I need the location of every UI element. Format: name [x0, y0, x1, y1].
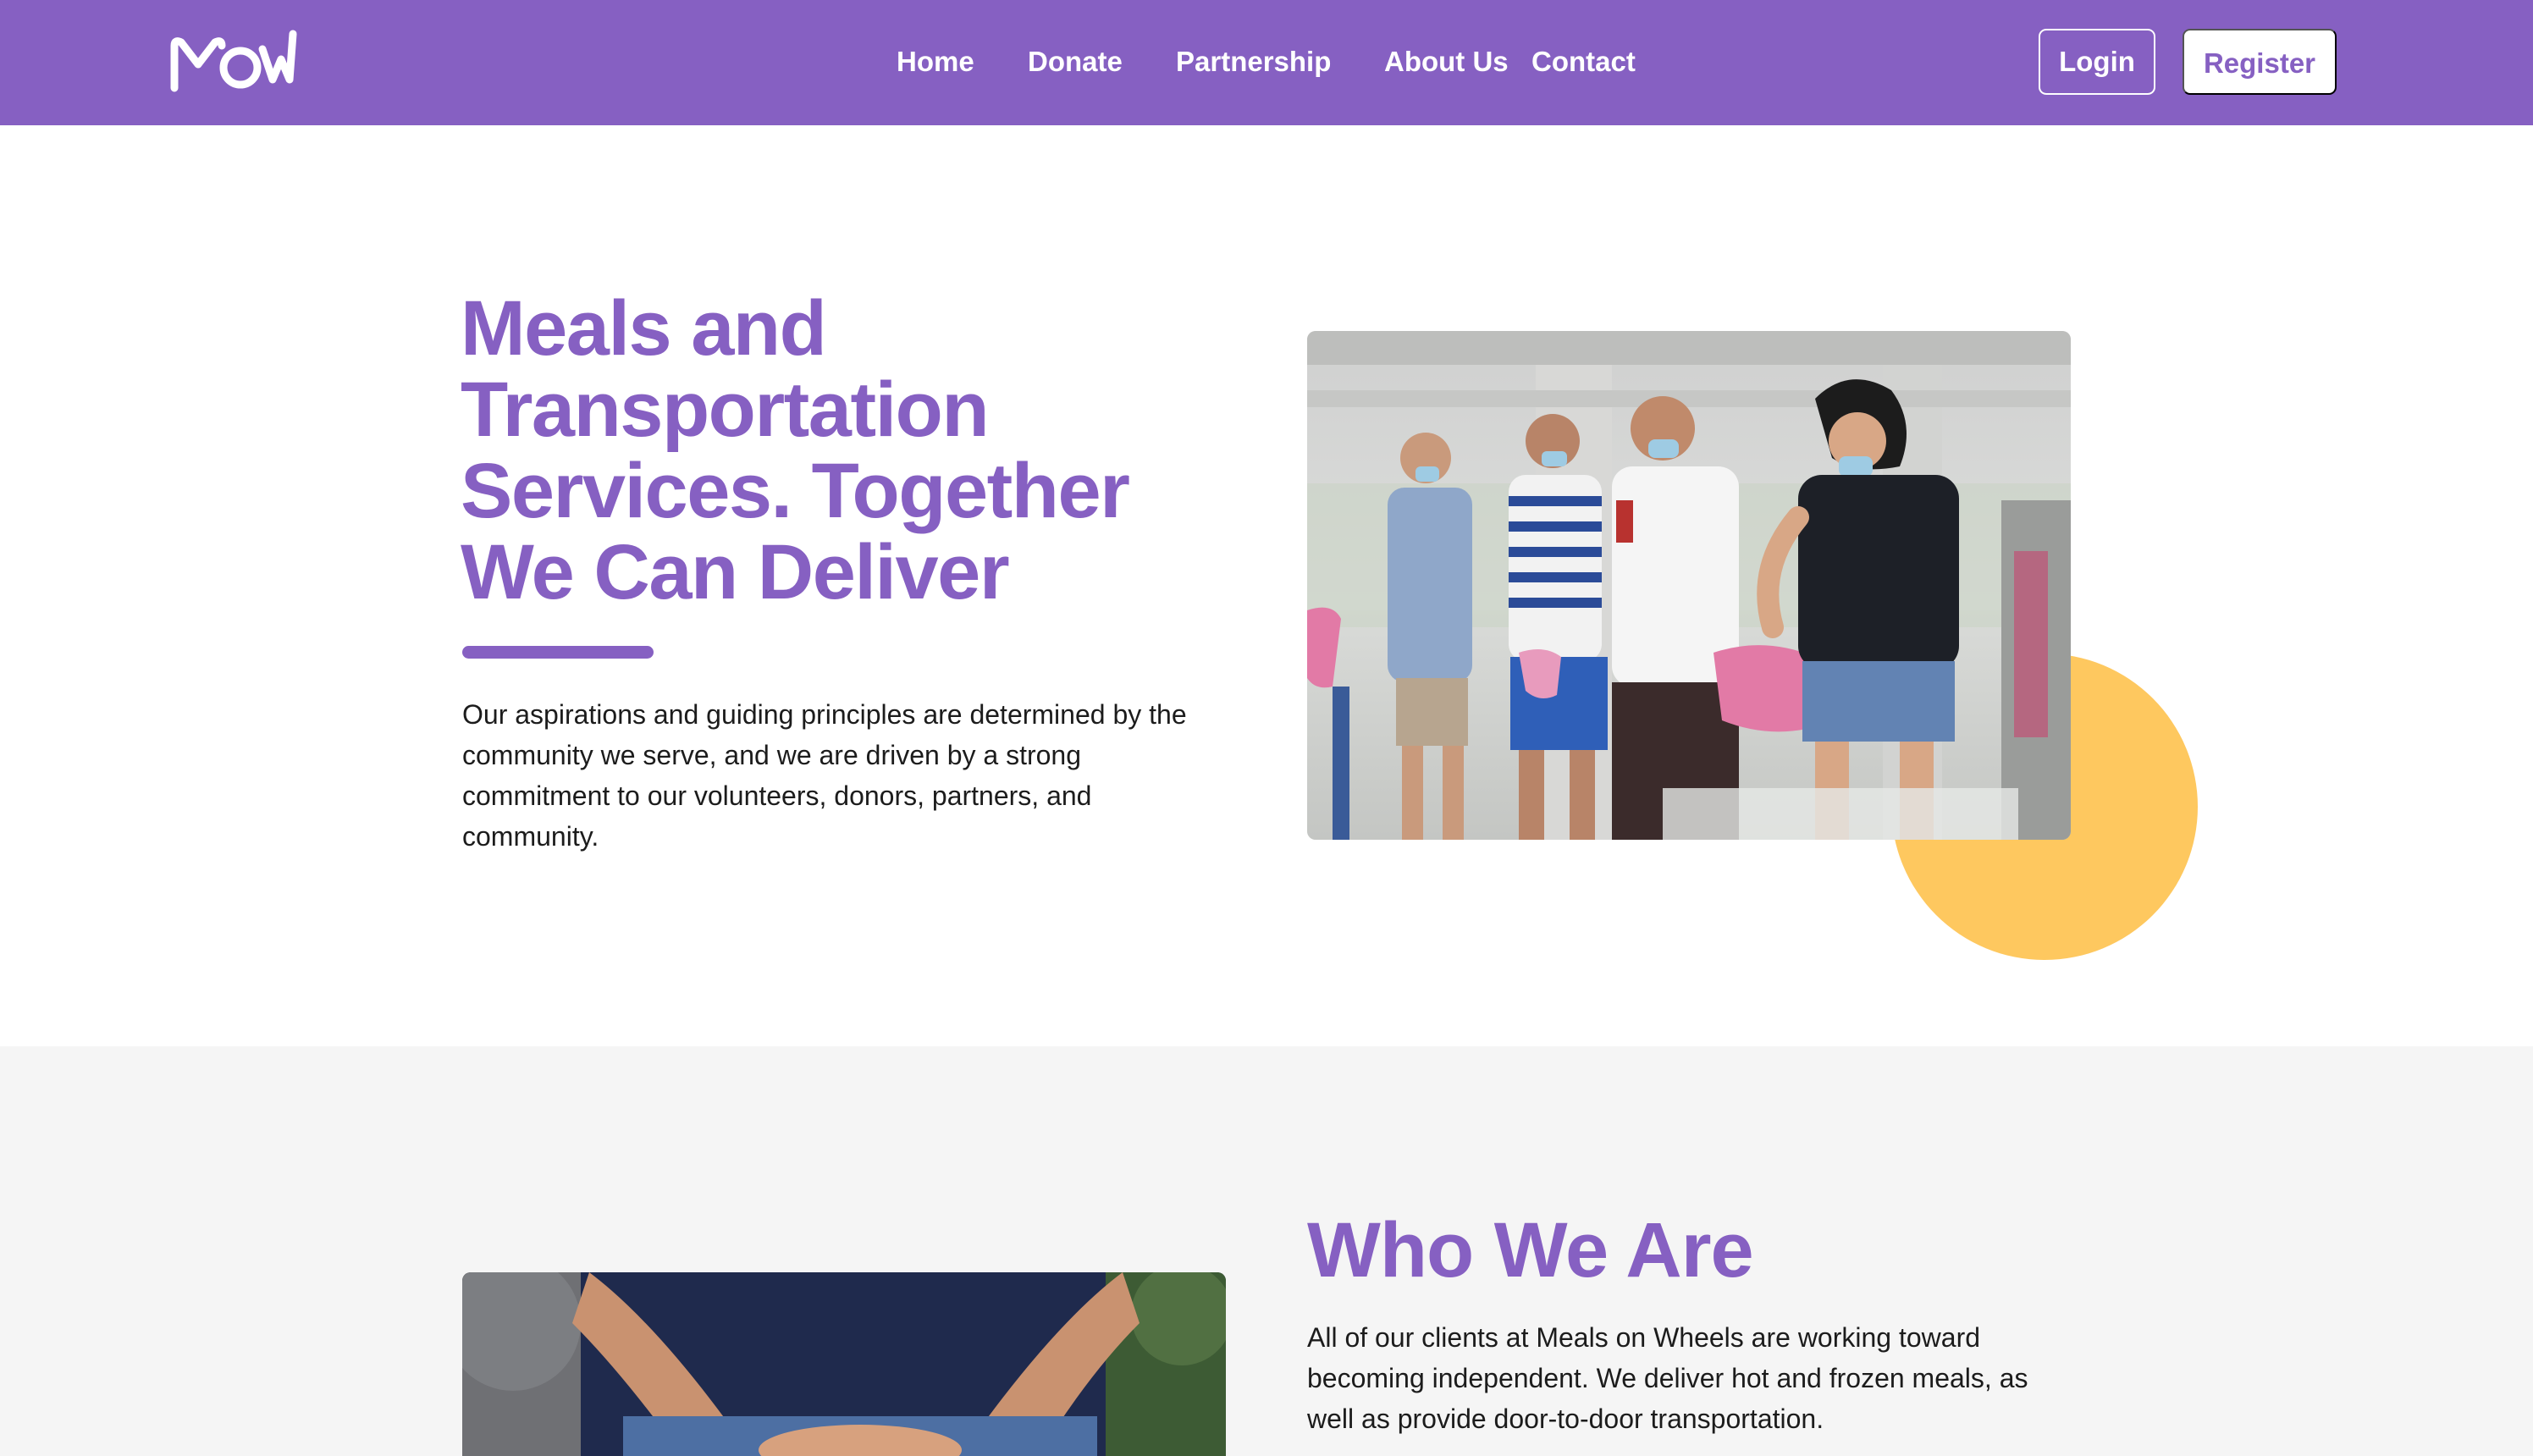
who-we-are-description-line: becoming independent. We deliver hot and…: [1307, 1363, 2028, 1393]
nav-link-home[interactable]: Home: [897, 42, 974, 81]
who-we-are-photo: [462, 1272, 1226, 1456]
hero-description-line: community we serve, and we are driven by…: [462, 740, 1081, 770]
hero-title-line: Meals and: [461, 285, 827, 372]
mow-logo-icon: [170, 30, 297, 92]
mow-logo[interactable]: [168, 27, 298, 95]
hero-description-line: community.: [462, 821, 599, 852]
nav-link-partnership[interactable]: Partnership: [1176, 42, 1331, 81]
hero-title-line: Services. Together: [461, 448, 1130, 534]
who-we-are-title: Who We Are: [1307, 1207, 1754, 1293]
who-we-are-photo-image: [462, 1272, 1226, 1456]
hero-photo: [1307, 331, 2071, 840]
top-navbar: Home Donate Partnership About Us Contact…: [0, 0, 2533, 125]
hero-title-line: Transportation: [461, 367, 990, 453]
nav-link-contact[interactable]: Contact: [1531, 42, 1636, 81]
hero-description-line: commitment to our volunteers, donors, pa…: [462, 780, 1092, 811]
register-button[interactable]: Register: [2183, 29, 2337, 95]
hero-description-line: Our aspirations and guiding principles a…: [462, 699, 1187, 730]
hero-photo-image: [1307, 331, 2071, 840]
who-we-are-description-line: well as provide door-to-door transportat…: [1307, 1404, 1824, 1434]
nav-link-donate[interactable]: Donate: [1028, 42, 1123, 81]
who-we-are-description-line: All of our clients at Meals on Wheels ar…: [1307, 1322, 1981, 1353]
who-we-are-description: All of our clients at Meals on Wheels ar…: [1307, 1317, 2069, 1439]
hero-title: Meals and Transportation Services. Toget…: [461, 288, 1222, 613]
nav-link-about-us[interactable]: About Us: [1384, 42, 1509, 81]
hero-title-underline: [462, 646, 654, 659]
hero-title-line: We Can Deliver: [461, 529, 1010, 615]
login-button[interactable]: Login: [2039, 29, 2155, 95]
hero-description: Our aspirations and guiding principles a…: [462, 694, 1216, 857]
